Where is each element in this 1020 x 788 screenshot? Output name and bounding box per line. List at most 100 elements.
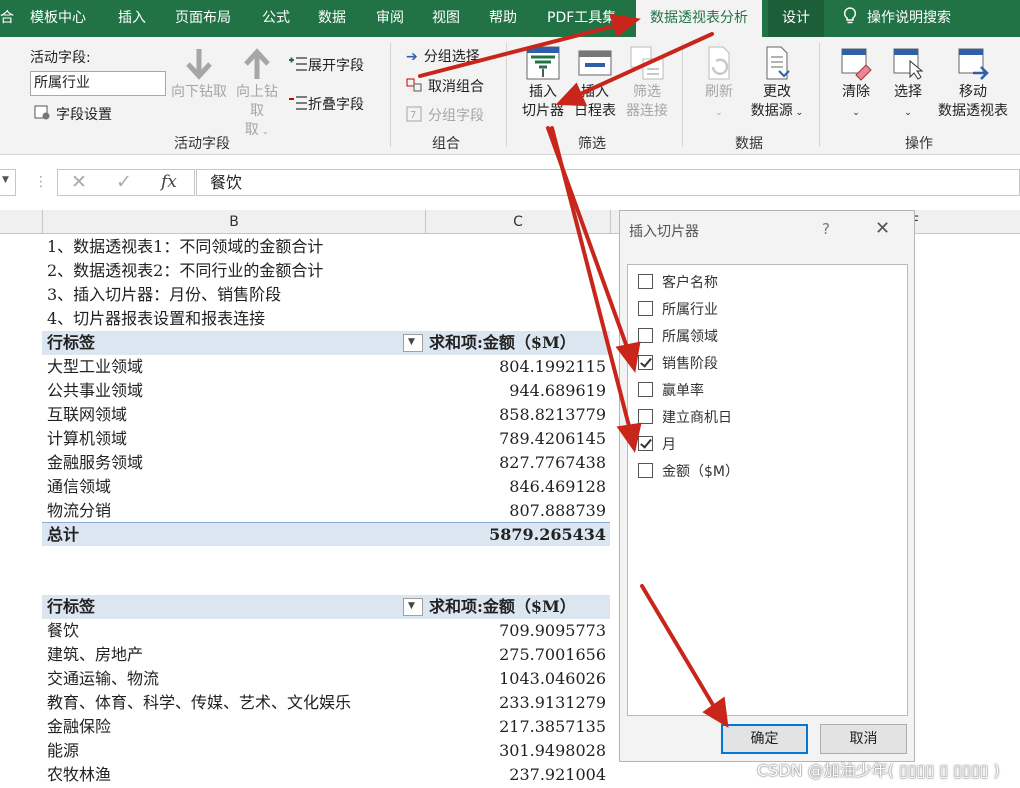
tab-page-layout[interactable]: 页面布局 (175, 0, 231, 37)
group-field-button[interactable]: 7 分组字段 (406, 105, 484, 125)
change-data-source-line2: 数据源 (750, 103, 793, 119)
pivot2-row-label: 教育、体育、科学、传媒、艺术、文化娱乐 (47, 693, 352, 712)
tab-partial[interactable]: 合 (0, 0, 14, 37)
ribbon-separator (682, 43, 683, 147)
slicer-field-item[interactable]: 赢单率 (638, 381, 704, 401)
filter-connections-button[interactable]: 筛选 器连接 (622, 45, 672, 121)
checkbox[interactable] (638, 274, 653, 289)
clear-button[interactable]: 清除 ⌄ (834, 45, 878, 123)
drill-up-label: 向上钻取 (236, 84, 278, 119)
pivot1-total-value: 5879.265434 (489, 525, 606, 544)
pivot1-row-value: 944.689619 (509, 381, 606, 400)
tab-pdf-tools[interactable]: PDF工具集 (547, 0, 616, 37)
watermark: CSDN @加油少年( ▯▯▯▯ ▯ ▯▯▯▯ ) (757, 761, 1000, 780)
drill-down-label: 向下钻取 (171, 84, 227, 100)
column-header-b[interactable]: B (42, 210, 425, 234)
tab-insert[interactable]: 插入 (118, 0, 146, 37)
column-header-c[interactable]: C (425, 210, 610, 234)
checkbox-checked[interactable] (638, 355, 653, 370)
tell-me-label: 操作说明搜索 (867, 10, 951, 26)
tab-formulas[interactable]: 公式 (262, 0, 290, 37)
change-data-source-button[interactable]: 更改 数据源 ⌄ (745, 45, 809, 123)
slicer-field-item[interactable]: 月 (638, 435, 676, 455)
formula-input[interactable]: 餐饮 (196, 169, 1020, 196)
pivot1-row-label: 公共事业领域 (47, 381, 144, 400)
field-settings-button[interactable]: 字段设置 (34, 104, 112, 124)
filter-connections-line1: 筛选 (633, 84, 661, 100)
drill-up-dropdown: 取 (244, 122, 259, 138)
slicer-field-item[interactable]: 客户名称 (638, 273, 718, 293)
checkbox[interactable] (638, 463, 653, 478)
ribbon-separator (390, 43, 391, 147)
ribbon-separator (819, 43, 820, 147)
checkbox[interactable] (638, 382, 653, 397)
name-box-dropdown[interactable]: ▼ (0, 169, 16, 196)
slicer-field-item[interactable]: 所属行业 (638, 300, 718, 320)
tab-pivottable-analyze[interactable]: 数据透视表分析 (636, 0, 762, 37)
note-line: 1、数据透视表1：不同领域的金额合计 (47, 237, 324, 256)
filter-connections-line2: 器连接 (626, 103, 668, 119)
pivot1-row-label: 大型工业领域 (47, 357, 144, 376)
dialog-title: 插入切片器 (629, 224, 699, 240)
slicer-field-item[interactable]: 所属领域 (638, 327, 718, 347)
pivot2-row-label: 行标签 (47, 597, 96, 616)
filter-group-label: 筛选 (578, 136, 606, 152)
pivot2-row-value: 1043.046026 (499, 669, 606, 688)
cancel-icon[interactable]: ✕ (71, 171, 87, 193)
slicer-field-list: 客户名称 所属行业 所属领域 销售阶段 赢单率 建立商机日 月 金额（$M） (627, 264, 908, 716)
checkbox[interactable] (638, 301, 653, 316)
tab-design[interactable]: 设计 (768, 0, 824, 37)
active-field-input[interactable]: 所属行业 (30, 71, 166, 96)
lightbulb-icon (843, 7, 857, 24)
tab-review[interactable]: 审阅 (376, 0, 404, 37)
slicer-field-item[interactable]: 建立商机日 (638, 408, 732, 428)
field-settings-icon (34, 105, 50, 120)
expand-field-button[interactable]: 展开字段 (288, 55, 364, 75)
slicer-field-item[interactable]: 金额（$M） (638, 462, 739, 482)
tab-data[interactable]: 数据 (318, 0, 346, 37)
pivot2-header: 行标签 ▼ 求和项:金额（$M） (42, 595, 610, 619)
help-icon[interactable]: ? (822, 220, 830, 238)
tab-help[interactable]: 帮助 (489, 0, 517, 37)
arrow-up-icon (244, 48, 270, 79)
insert-function-icon[interactable]: fx (161, 172, 177, 192)
arrow-to-sales-stage (546, 126, 630, 352)
select-button[interactable]: 选择 ⌄ (886, 45, 930, 123)
insert-slicer-line2: 切片器 (522, 103, 564, 119)
close-icon[interactable]: ✕ (875, 218, 890, 239)
tell-me-search[interactable]: 操作说明搜索 (843, 0, 951, 37)
arrow-right-icon: ➔ (406, 49, 418, 65)
insert-timeline-button[interactable]: 插入 日程表 (571, 45, 619, 121)
pivot1-filter-dropdown[interactable]: ▼ (403, 334, 423, 352)
enter-icon[interactable]: ✓ (116, 171, 132, 193)
insert-slicer-button[interactable]: 插入 切片器 (517, 45, 569, 121)
group-field-label: 分组字段 (428, 108, 484, 124)
pivot2-filter-dropdown[interactable]: ▼ (403, 598, 423, 616)
ok-button[interactable]: 确定 (721, 724, 808, 754)
column-header-blank[interactable] (0, 210, 42, 234)
note-line: 4、切片器报表设置和报表连接 (47, 309, 266, 328)
move-pivottable-icon (958, 48, 989, 80)
refresh-button[interactable]: 刷新 ⌄ (696, 45, 742, 123)
pivot1-row-label: 行标签 (47, 333, 96, 352)
pivot1-header: 行标签 ▼ 求和项:金额（$M） (42, 331, 610, 355)
collapse-field-button[interactable]: 折叠字段 (288, 94, 364, 114)
pivot1-row-value: 807.888739 (509, 501, 606, 520)
ungroup-button[interactable]: 取消组合 (406, 76, 484, 96)
tab-template-center[interactable]: 模板中心 (30, 0, 86, 37)
checkbox-checked[interactable] (638, 436, 653, 451)
move-pivottable-button[interactable]: 移动 数据透视表 (934, 45, 1012, 121)
formula-buttons: ✕ ✓ fx (57, 169, 195, 196)
pivot1-row-label: 物流分销 (47, 501, 112, 520)
slicer-field-label: 建立商机日 (662, 410, 732, 426)
slicer-field-item[interactable]: 销售阶段 (638, 354, 718, 374)
drill-up-button[interactable]: 向上钻取 取 ⌄ (232, 47, 282, 142)
drill-down-button[interactable]: 向下钻取 (166, 47, 232, 102)
cancel-button[interactable]: 取消 (820, 724, 907, 754)
data-group-label: 数据 (735, 136, 763, 152)
pivot1-row-value: 846.469128 (509, 477, 606, 496)
tab-view[interactable]: 视图 (432, 0, 460, 37)
checkbox[interactable] (638, 409, 653, 424)
group-selection-button[interactable]: ➔ 分组选择 (406, 46, 480, 66)
checkbox[interactable] (638, 328, 653, 343)
